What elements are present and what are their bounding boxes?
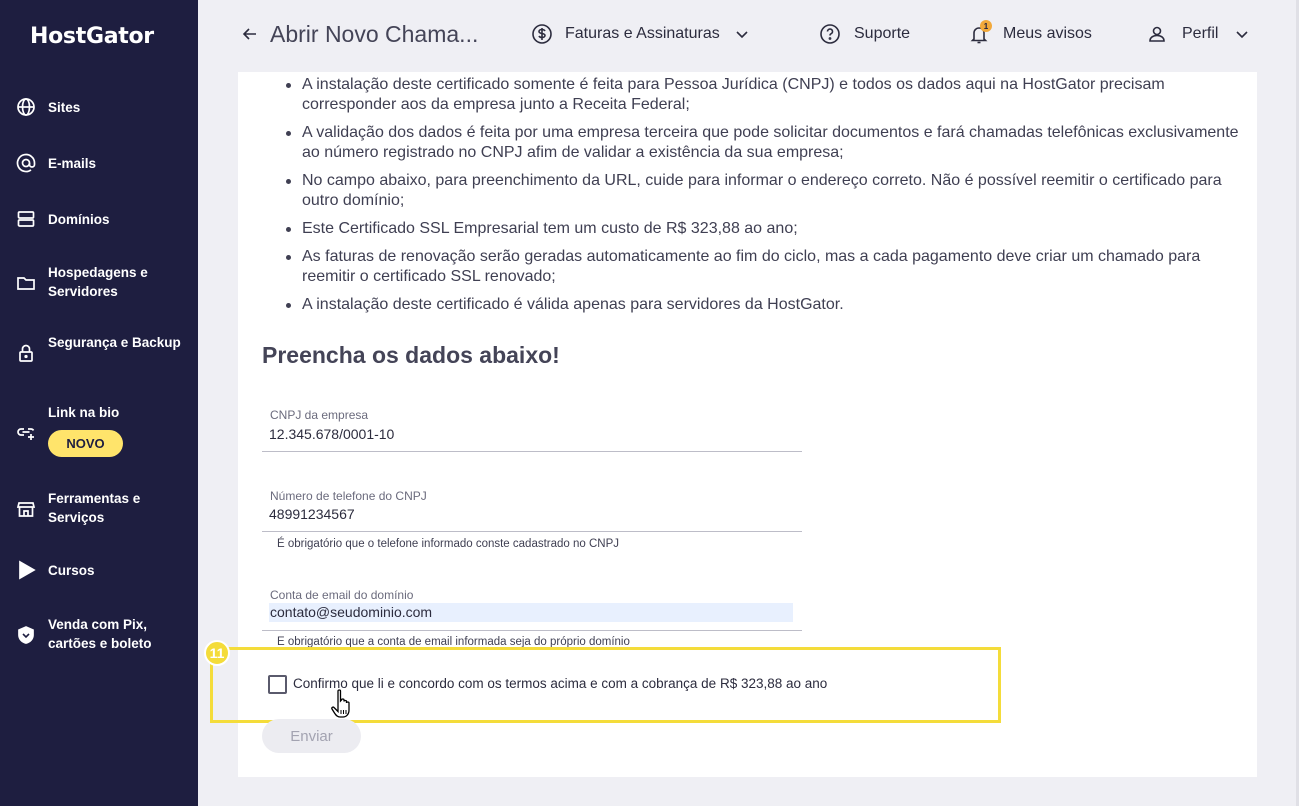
confirm-terms-label[interactable]: Confirmo que li e concordo com os termos… [293, 676, 827, 691]
list-item: A instalação deste certificado somente é… [284, 75, 1244, 115]
sidebar-item-label: Link na bio [48, 405, 120, 420]
profile-menu[interactable]: Perfil [1146, 0, 1250, 68]
form-section-title: Preencha os dados abaixo! [262, 342, 560, 368]
sidebar-item-label: Hospedagens e Servidores [48, 265, 148, 299]
sidebar-item-security[interactable]: Segurança e Backup [0, 333, 198, 373]
terms-list: A instalação deste certificado somente é… [284, 75, 1244, 323]
list-item: Este Certificado SSL Empresarial tem um … [284, 219, 1244, 239]
sidebar-item-label: Segurança e Backup [48, 335, 181, 350]
link-icon [15, 421, 37, 443]
chevron-down-icon [736, 31, 748, 39]
list-item: As faturas de renovação serão geradas au… [284, 247, 1244, 287]
cnpj-input[interactable]: 12.345.678/0001-10 [269, 426, 394, 442]
help-icon [820, 24, 840, 44]
top-header: Abrir Novo Chama... Faturas e Assinatura… [198, 0, 1299, 68]
list-item: A instalação deste certificado é válida … [284, 295, 1244, 315]
phone-label: Número de telefone do CNPJ [270, 489, 427, 503]
sidebar-item-label: Sites [48, 100, 81, 115]
sidebar-item-domains[interactable]: Domínios [0, 208, 198, 230]
cnpj-field[interactable]: CNPJ da empresa 12.345.678/0001-10 [262, 400, 802, 452]
phone-field[interactable]: Número de telefone do CNPJ 48991234567 [262, 481, 802, 532]
sidebar-item-label: E-mails [48, 156, 97, 171]
hand-cursor-icon [331, 689, 350, 718]
list-item: No campo abaixo, para preenchimento da U… [284, 171, 1244, 211]
page-title: Abrir Novo Chama... [270, 20, 479, 47]
sidebar-item-sites[interactable]: Sites [0, 96, 198, 118]
sidebar-item-label: Domínios [48, 212, 110, 227]
dollar-icon [532, 24, 552, 44]
sidebar-item-label: Cursos [48, 563, 95, 578]
billing-label: Faturas e Assinaturas [565, 25, 720, 42]
arrow-left-icon [242, 28, 256, 40]
step-number-badge: 11 [204, 640, 230, 666]
sidebar-item-tools[interactable]: Ferramentas e Serviços [0, 489, 198, 529]
email-field[interactable]: Conta de email do domínio contato@seudom… [262, 580, 802, 631]
notifications-link[interactable]: 1 Meus avisos [968, 0, 1092, 68]
sidebar-item-courses[interactable]: Cursos [0, 559, 198, 581]
profile-label: Perfil [1182, 25, 1219, 42]
email-label: Conta de email do domínio [270, 588, 414, 602]
phone-helper-text: É obrigatório que o telefone informado c… [277, 538, 620, 550]
billing-menu[interactable]: Faturas e Assinaturas [531, 0, 750, 68]
notification-count-badge: 1 [980, 20, 992, 32]
user-icon [1149, 26, 1165, 42]
bell-icon: 1 [968, 20, 992, 45]
back-button[interactable] [240, 0, 260, 68]
sidebar-item-hosting[interactable]: Hospedagens e Servidores [0, 263, 198, 303]
lock-icon [15, 342, 37, 364]
sidebar-item-payments[interactable]: Venda com Pix, cartões e boleto [0, 615, 198, 655]
support-label: Suporte [854, 25, 911, 42]
server-icon [15, 208, 37, 230]
hostgator-logo[interactable]: HostGator [30, 24, 154, 49]
store-icon [15, 498, 37, 520]
phone-input[interactable]: 48991234567 [269, 506, 355, 522]
sidebar-item-label: Venda com Pix, cartões e boleto [48, 617, 152, 651]
sidebar: HostGator Sites E-mails Domínios Hospeda… [0, 0, 198, 806]
globe-icon [15, 96, 37, 118]
confirm-terms-checkbox[interactable] [268, 675, 287, 694]
folder-icon [15, 272, 37, 294]
support-link[interactable]: Suporte [819, 0, 910, 68]
sidebar-item-label: Ferramentas e Serviços [48, 491, 141, 525]
at-icon [15, 152, 37, 174]
cnpj-label: CNPJ da empresa [270, 408, 369, 422]
play-icon [15, 559, 37, 581]
chevron-down-icon [1236, 31, 1249, 39]
shield-icon [15, 624, 37, 646]
list-item: A validação dos dados é feita por uma em… [284, 123, 1244, 163]
new-badge: NOVO [48, 430, 123, 457]
notifications-label: Meus avisos [1003, 25, 1092, 42]
email-input[interactable]: contato@seudominio.com [269, 603, 793, 622]
sidebar-item-emails[interactable]: E-mails [0, 152, 198, 174]
submit-button[interactable]: Enviar [262, 719, 361, 753]
